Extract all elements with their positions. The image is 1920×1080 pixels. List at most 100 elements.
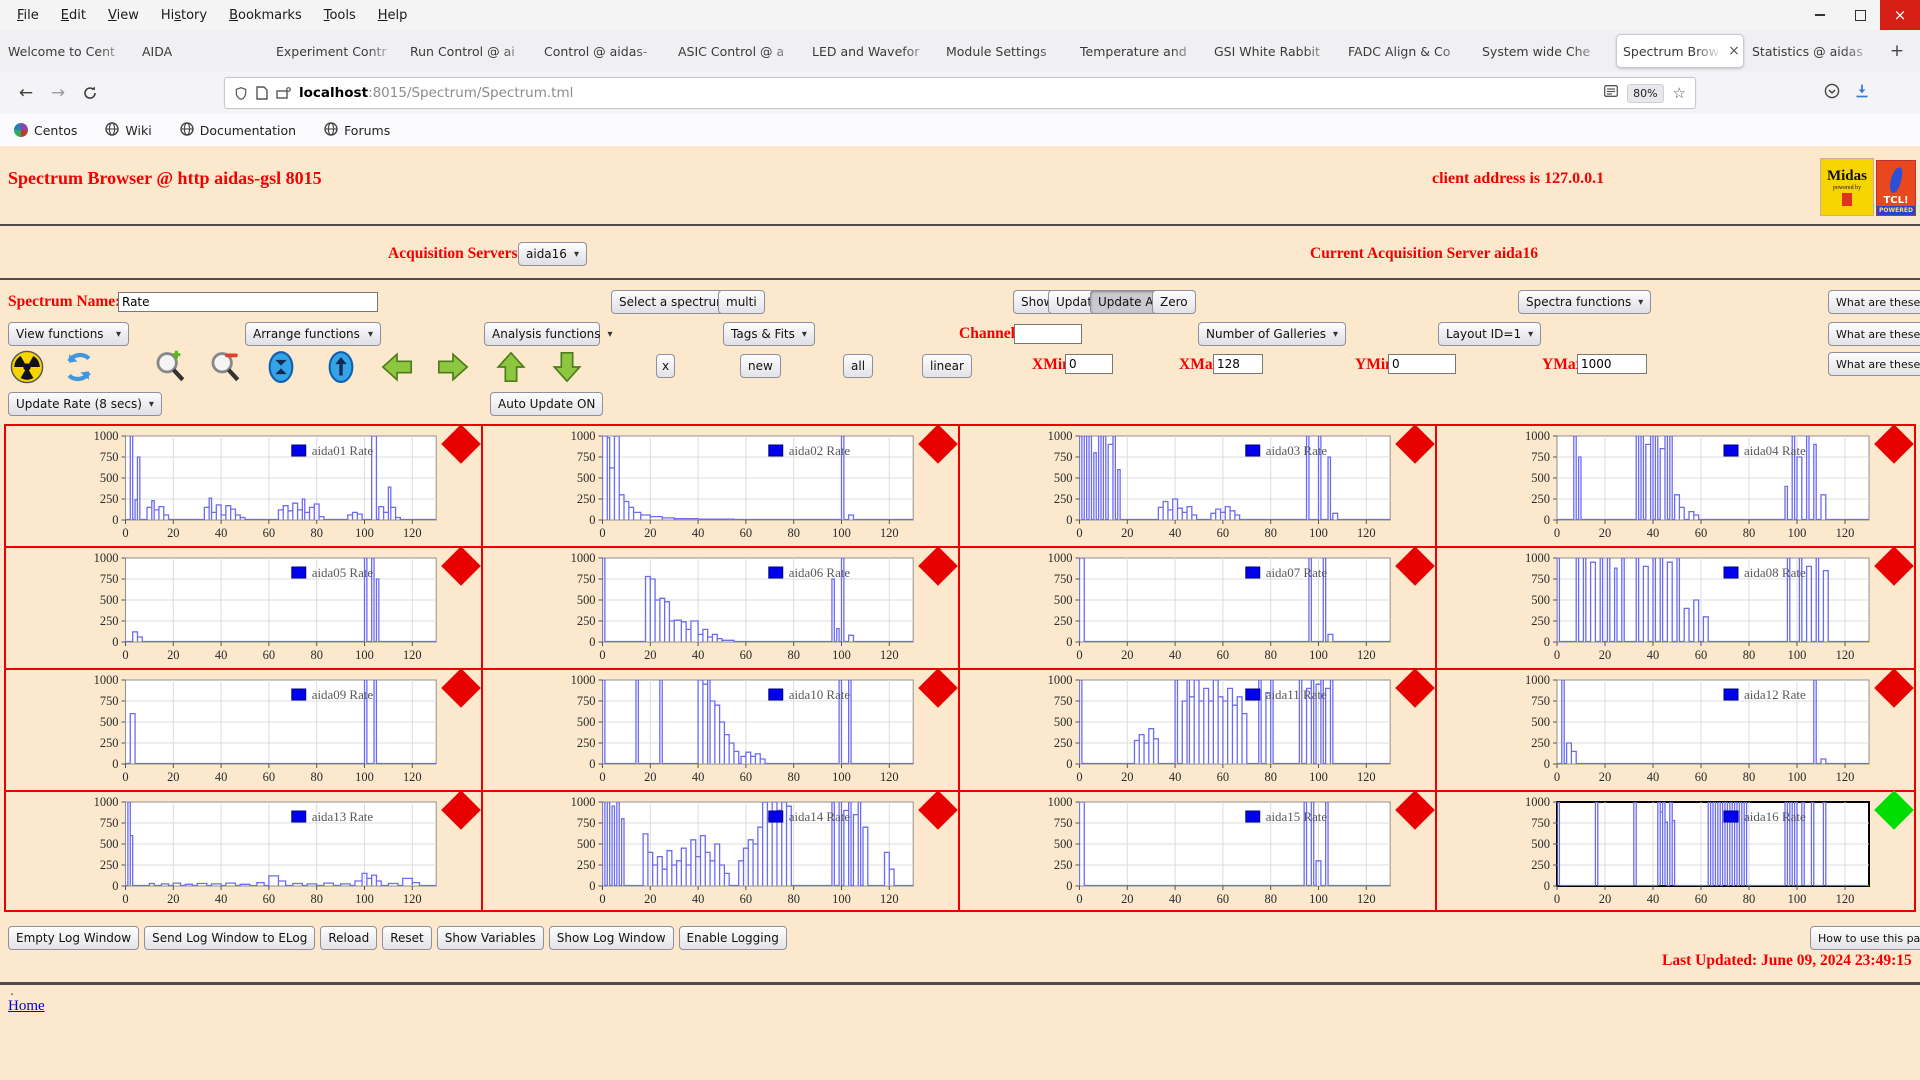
gallery-cell-aida06[interactable]: 02040608010012010007505002500aida06 Rate: [483, 548, 960, 670]
zoom-level-indicator[interactable]: 80%: [1627, 84, 1663, 103]
gallery-cell-aida07[interactable]: 02040608010012010007505002500aida07 Rate: [960, 548, 1437, 670]
tab-module-settings[interactable]: Module Settings: [946, 30, 1072, 72]
download-icon[interactable]: [1854, 83, 1870, 103]
minimize-button[interactable]: [1800, 0, 1840, 30]
linear-button[interactable]: linear: [922, 354, 972, 378]
show-variables-button[interactable]: Show Variables: [437, 926, 544, 950]
shield-icon[interactable]: [234, 86, 248, 101]
tab-system-wide-che[interactable]: System wide Che: [1482, 30, 1608, 72]
gallery-cell-aida15[interactable]: 02040608010012010007505002500aida15 Rate: [960, 792, 1437, 912]
channel-input[interactable]: [1014, 324, 1082, 344]
arrange-functions-dropdown[interactable]: Arrange functions▾: [245, 322, 381, 346]
spectrum-chart-aida07[interactable]: 02040608010012010007505002500aida07 Rate: [960, 548, 1435, 668]
gallery-cell-aida08[interactable]: 02040608010012010007505002500aida08 Rate: [1437, 548, 1914, 670]
menu-item-view[interactable]: View: [97, 4, 150, 27]
menu-item-file[interactable]: File: [6, 4, 50, 27]
reload-button[interactable]: [74, 78, 106, 108]
gallery-cell-aida09[interactable]: 02040608010012010007505002500aida09 Rate: [6, 670, 483, 792]
back-button[interactable]: ←: [10, 78, 42, 108]
gallery-cell-aida04[interactable]: 02040608010012010007505002500aida04 Rate: [1437, 426, 1914, 548]
menu-item-tools[interactable]: Tools: [313, 4, 367, 27]
spectrum-chart-aida14[interactable]: 02040608010012010007505002500aida14 Rate: [483, 792, 958, 912]
what-are-these-button-1[interactable]: What are these?: [1828, 290, 1920, 314]
collapse-vertical-icon[interactable]: [264, 350, 298, 384]
how-to-use-button[interactable]: How to use this page: [1810, 926, 1920, 950]
spectrum-chart-aida09[interactable]: 02040608010012010007505002500aida09 Rate: [6, 670, 481, 790]
spectrum-chart-aida01[interactable]: 02040608010012010007505002500aida01 Rate: [6, 426, 481, 546]
gallery-cell-aida01[interactable]: 02040608010012010007505002500aida01 Rate: [6, 426, 483, 548]
pocket-save-icon[interactable]: [1824, 83, 1840, 103]
spectrum-chart-aida03[interactable]: 02040608010012010007505002500aida03 Rate: [960, 426, 1435, 546]
auto-update-button[interactable]: Auto Update ON: [490, 392, 603, 416]
spectrum-name-input[interactable]: [118, 292, 378, 312]
spectrum-chart-aida06[interactable]: 02040608010012010007505002500aida06 Rate: [483, 548, 958, 668]
menu-item-history[interactable]: History: [150, 4, 218, 27]
what-are-these-button-2[interactable]: What are these?: [1828, 322, 1920, 346]
forward-button[interactable]: →: [42, 78, 74, 108]
reset-button[interactable]: Reset: [382, 926, 432, 950]
gallery-cell-aida16[interactable]: 02040608010012010007505002500aida16 Rate: [1437, 792, 1914, 912]
tab-experiment-contr[interactable]: Experiment Contr: [276, 30, 402, 72]
xmax-input[interactable]: [1213, 354, 1263, 374]
tcl-powered-logo[interactable]: TCL! POWERED: [1876, 160, 1916, 216]
spectrum-chart-aida08[interactable]: 02040608010012010007505002500aida08 Rate: [1437, 548, 1914, 668]
midas-logo[interactable]: Midas powered by: [1820, 158, 1874, 216]
spectrum-chart-aida12[interactable]: 02040608010012010007505002500aida12 Rate: [1437, 670, 1914, 790]
bookmark-documentation[interactable]: Documentation: [180, 122, 296, 139]
expand-vertical-icon[interactable]: [324, 350, 358, 384]
tab-led-and-wavefor[interactable]: LED and Wavefor: [812, 30, 938, 72]
arrow-left-icon[interactable]: [380, 350, 414, 384]
tab-fadc-align-co[interactable]: FADC Align & Co: [1348, 30, 1474, 72]
ymax-input[interactable]: [1577, 354, 1647, 374]
bookmark-star-icon[interactable]: ☆: [1673, 84, 1686, 102]
tab-spectrum-brow[interactable]: Spectrum Brow×: [1616, 34, 1744, 68]
acquisition-server-select[interactable]: aida16▾: [518, 242, 587, 266]
arrow-down-icon[interactable]: [550, 350, 584, 384]
gallery-cell-aida13[interactable]: 02040608010012010007505002500aida13 Rate: [6, 792, 483, 912]
zoom-out-icon[interactable]: [208, 350, 242, 384]
tab-statistics-aidas[interactable]: Statistics @ aidas: [1752, 30, 1878, 72]
close-button[interactable]: ×: [1880, 0, 1920, 30]
tab-run-control-ai[interactable]: Run Control @ ai: [410, 30, 536, 72]
menu-item-help[interactable]: Help: [367, 4, 419, 27]
arrow-right-icon[interactable]: [436, 350, 470, 384]
view-functions-dropdown[interactable]: View functions▾: [8, 322, 129, 346]
menu-item-bookmarks[interactable]: Bookmarks: [218, 4, 313, 27]
maximize-button[interactable]: [1840, 0, 1880, 30]
reload-button[interactable]: Reload: [320, 926, 377, 950]
number-of-galleries-dropdown[interactable]: Number of Galleries▾: [1198, 322, 1346, 346]
arrow-up-icon[interactable]: [494, 350, 528, 384]
spectrum-chart-aida05[interactable]: 02040608010012010007505002500aida05 Rate: [6, 548, 481, 668]
tab-gsi-white-rabbit[interactable]: GSI White Rabbit: [1214, 30, 1340, 72]
ymin-input[interactable]: [1388, 354, 1456, 374]
spectrum-chart-aida13[interactable]: 02040608010012010007505002500aida13 Rate: [6, 792, 481, 912]
gallery-cell-aida05[interactable]: 02040608010012010007505002500aida05 Rate: [6, 548, 483, 670]
new-button[interactable]: new: [740, 354, 781, 378]
spectrum-chart-aida10[interactable]: 02040608010012010007505002500aida10 Rate: [483, 670, 958, 790]
all-button[interactable]: all: [843, 354, 873, 378]
gallery-cell-aida12[interactable]: 02040608010012010007505002500aida12 Rate: [1437, 670, 1914, 792]
url-field[interactable]: localhost:8015/Spectrum/Spectrum.tml 80%…: [224, 77, 1696, 109]
spectrum-chart-aida11[interactable]: 02040608010012010007505002500aida11 Rate: [960, 670, 1435, 790]
bookmark-wiki[interactable]: Wiki: [105, 122, 151, 139]
gallery-cell-aida10[interactable]: 02040608010012010007505002500aida10 Rate: [483, 670, 960, 792]
spectrum-chart-aida04[interactable]: 02040608010012010007505002500aida04 Rate: [1437, 426, 1914, 546]
tab-aida[interactable]: AIDA: [142, 30, 268, 72]
refresh-icon[interactable]: [62, 350, 96, 384]
tab-temperature-and[interactable]: Temperature and: [1080, 30, 1206, 72]
gallery-cell-aida03[interactable]: 02040608010012010007505002500aida03 Rate: [960, 426, 1437, 548]
new-tab-button[interactable]: +: [1882, 30, 1912, 72]
bookmark-forums[interactable]: Forums: [324, 122, 390, 139]
home-link[interactable]: Home: [8, 998, 45, 1015]
zoom-in-icon[interactable]: [153, 350, 187, 384]
empty-log-window-button[interactable]: Empty Log Window: [8, 926, 139, 950]
tags-fits-dropdown[interactable]: Tags & Fits▾: [723, 322, 815, 346]
permissions-icon[interactable]: [276, 87, 291, 100]
tab-welcome-to-cent[interactable]: Welcome to Cent: [8, 30, 134, 72]
menu-item-edit[interactable]: Edit: [50, 4, 97, 27]
xmin-input[interactable]: [1065, 354, 1113, 374]
analysis-functions-dropdown[interactable]: Analysis functions▾: [484, 322, 600, 346]
tab-asic-control-a[interactable]: ASIC Control @ a: [678, 30, 804, 72]
update-rate-dropdown[interactable]: Update Rate (8 secs)▾: [8, 392, 162, 416]
enable-logging-button[interactable]: Enable Logging: [679, 926, 787, 950]
